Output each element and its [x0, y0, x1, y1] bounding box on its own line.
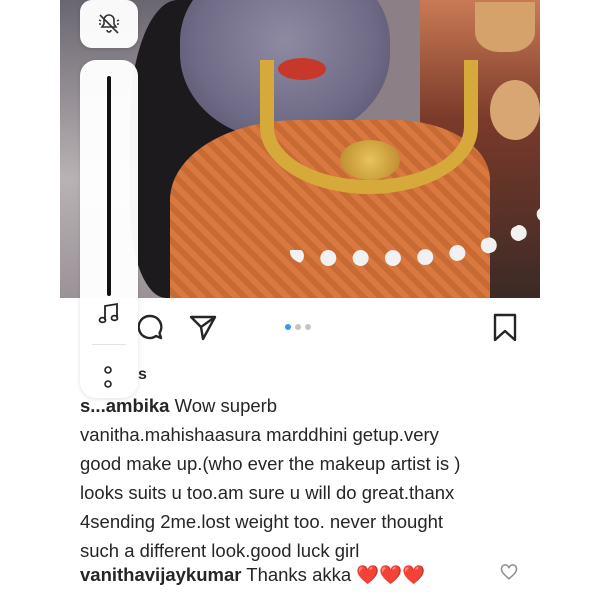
- comment-icon[interactable]: [135, 312, 165, 342]
- like-comment-heart-icon[interactable]: [500, 563, 518, 581]
- comment-text-line: good make up.(who ever the makeup artist…: [80, 453, 461, 474]
- share-icon[interactable]: [188, 312, 218, 342]
- carousel-dot: [295, 324, 301, 330]
- photo-decoration-top: [475, 2, 535, 52]
- more-vertical-icon[interactable]: [102, 362, 114, 392]
- comment-username[interactable]: s...ambika: [80, 395, 169, 416]
- carousel-indicator: [285, 324, 311, 330]
- reply-username[interactable]: vanithavijaykumar: [80, 564, 241, 585]
- carousel-dot-active: [285, 324, 291, 330]
- comment-text-line: 4sending 2me.lost weight too. never thou…: [80, 511, 444, 532]
- comment-text-line: Wow superb: [174, 395, 278, 416]
- comment-text-line: looks suits u too.am sure u will do grea…: [80, 482, 455, 503]
- reply-text: Thanks akka: [246, 564, 352, 585]
- photo-stone-necklace: [290, 130, 540, 266]
- music-note-icon: [98, 302, 119, 324]
- ringer-mode-button[interactable]: [80, 0, 138, 48]
- reply-emoji: ❤️❤️❤️: [356, 564, 426, 585]
- comment-text-line: such a different look.good luck girl: [80, 540, 360, 561]
- likes-count-fragment: s: [138, 366, 147, 383]
- caption-first-line: s...ambika Wow superb: [80, 391, 530, 420]
- save-icon[interactable]: [490, 312, 520, 342]
- comment-caption: s...ambika Wow superb vanitha.mahishaasu…: [80, 391, 530, 565]
- ringer-silent-icon: [98, 14, 120, 34]
- panel-divider: [92, 344, 126, 345]
- reply-comment: vanithavijaykumar Thanks akka ❤️❤️❤️: [80, 562, 520, 588]
- photo-decoration-mid: [490, 80, 540, 140]
- volume-panel: [80, 60, 138, 398]
- comment-text-line: vanitha.mahishaasura marddhini getup.ver…: [80, 424, 439, 445]
- volume-slider[interactable]: [107, 76, 111, 296]
- carousel-dot: [305, 324, 311, 330]
